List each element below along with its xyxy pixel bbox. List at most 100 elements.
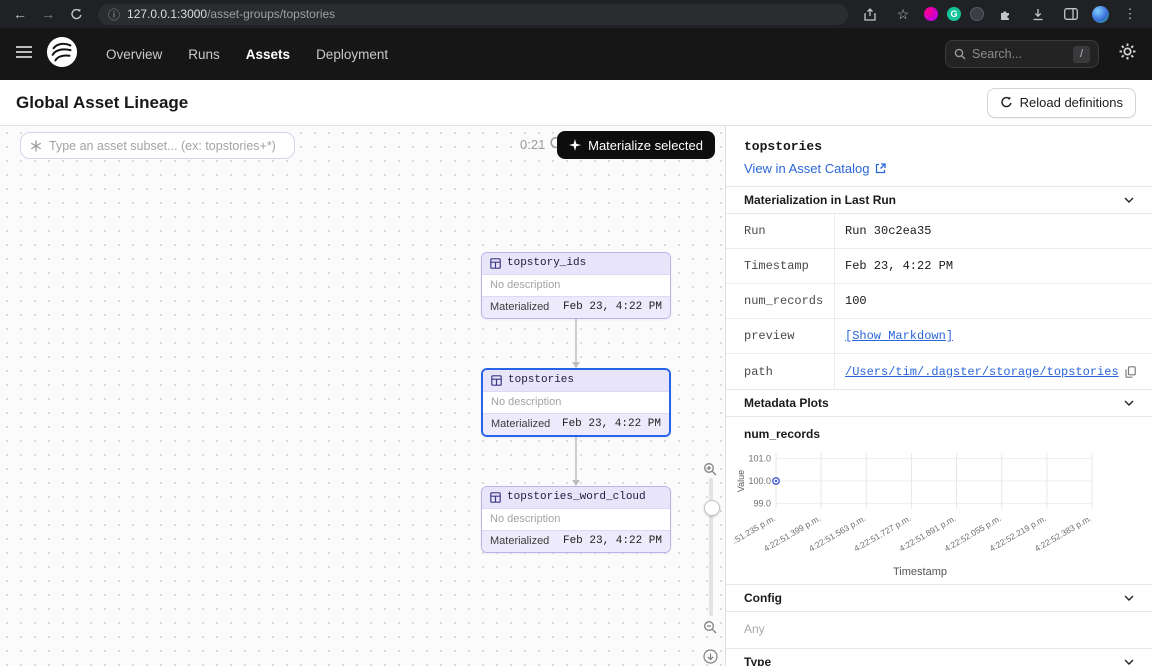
browser-menu-icon[interactable]: ⋮ (1118, 3, 1142, 25)
refresh-countdown: 0:21 (520, 137, 545, 152)
asset-subset-filter[interactable] (20, 132, 295, 159)
table-icon (490, 258, 501, 269)
asset-node-topstories-word-cloud[interactable]: topstories_word_cloud No description Mat… (481, 486, 671, 553)
profile-avatar[interactable] (1092, 6, 1109, 23)
extensions-puzzle-icon[interactable] (993, 3, 1017, 25)
nav-item-overview[interactable]: Overview (106, 47, 162, 62)
show-markdown-link[interactable]: [Show Markdown] (834, 319, 1152, 353)
download-glyph (1032, 8, 1044, 21)
y-axis-label: Value (736, 470, 746, 492)
section-header-type[interactable]: Type (726, 648, 1152, 666)
metadata-row-num-records: num_records 100 (726, 284, 1152, 319)
dagster-logo-glyph (46, 36, 78, 68)
asset-node-header: topstories_word_cloud (482, 487, 670, 509)
panel-head: topstories View in Asset Catalog (726, 126, 1152, 186)
lineage-graph-pane[interactable]: 0:21 Materialize selected topstory_ids N… (0, 126, 726, 666)
external-link-icon (875, 163, 886, 174)
y-tick-label: 101.0 (748, 454, 771, 464)
side-panel-glyph (1064, 8, 1078, 20)
selected-asset-title: topstories (744, 139, 1134, 154)
nav-item-deployment[interactable]: Deployment (316, 47, 388, 62)
section-title: Materialization in Last Run (744, 193, 896, 207)
lineage-edge-1 (575, 319, 577, 363)
recenter-button[interactable] (701, 647, 719, 665)
side-panel-icon[interactable] (1059, 3, 1083, 25)
recenter-icon (703, 649, 718, 664)
url-bar[interactable]: ⓘ 127.0.0.1:3000/asset-groups/topstories (98, 4, 848, 25)
num-records-value: 100 (834, 284, 1152, 318)
dagster-logo[interactable] (46, 36, 78, 73)
extension-icon-1[interactable] (924, 7, 938, 21)
nav-item-runs[interactable]: Runs (188, 47, 220, 62)
refresh-page-button[interactable] (64, 3, 88, 25)
reload-definitions-button[interactable]: Reload definitions (987, 88, 1136, 118)
asset-status: Materialized (490, 301, 549, 314)
asset-description: No description (483, 392, 669, 413)
refresh-icon (70, 8, 83, 21)
zoom-slider-handle[interactable] (704, 500, 720, 516)
zoom-out-button[interactable] (701, 618, 719, 636)
asset-filter-icon (30, 140, 42, 152)
asset-node-topstory-ids[interactable]: topstory_ids No description Materialized… (481, 252, 671, 319)
extension-icon-2[interactable] (970, 7, 984, 21)
metadata-plot: 99.0100.0101.04:22:51.235 p.m.4:22:51.39… (726, 441, 1152, 566)
materialize-selected-button[interactable]: Materialize selected (557, 131, 715, 159)
extension-icon-grammarly[interactable]: G (947, 7, 961, 21)
section-header-materialization[interactable]: Materialization in Last Run (726, 186, 1152, 214)
hamburger-menu-icon[interactable] (16, 45, 32, 63)
asset-status-row: Materialized Feb 23, 4:22 PM (482, 296, 670, 318)
back-button[interactable]: ← (8, 3, 32, 25)
hamburger-glyph (16, 46, 32, 58)
metadata-label: path (726, 365, 834, 379)
gear-glyph (1119, 43, 1136, 60)
section-header-config[interactable]: Config (726, 584, 1152, 612)
app-navbar: Overview Runs Assets Deployment / (0, 28, 1152, 80)
plot-metric-name: num_records (726, 417, 1152, 441)
chevron-down-icon[interactable] (1124, 659, 1134, 665)
chart-x-axis-label: Timestamp (734, 566, 1106, 584)
puzzle-glyph (999, 8, 1012, 21)
asset-name: topstories (508, 374, 574, 387)
chevron-down-icon[interactable] (1124, 595, 1134, 601)
metadata-label: Timestamp (726, 259, 834, 273)
forward-button[interactable]: → (36, 3, 60, 25)
share-icon[interactable] (858, 3, 882, 25)
lineage-edge-2 (575, 437, 577, 481)
asset-status: Materialized (491, 418, 550, 431)
global-search[interactable]: / (945, 40, 1099, 68)
nav-item-assets[interactable]: Assets (246, 47, 290, 62)
asset-node-topstories[interactable]: topstories No description Materialized F… (481, 368, 671, 437)
chevron-down-icon[interactable] (1124, 400, 1134, 406)
metadata-label: preview (726, 329, 834, 343)
metadata-row-timestamp: Timestamp Feb 23, 4:22 PM (726, 249, 1152, 284)
section-title: Config (744, 591, 782, 605)
view-in-asset-catalog-link[interactable]: View in Asset Catalog (744, 161, 1134, 176)
chevron-down-icon[interactable] (1124, 197, 1134, 203)
metadata-row-run: Run Run 30c2ea35 (726, 214, 1152, 249)
zoom-in-button[interactable] (701, 460, 719, 478)
data-point-center (775, 480, 777, 482)
copy-icon[interactable] (1125, 366, 1136, 378)
table-icon (491, 375, 502, 386)
search-input[interactable] (972, 47, 1067, 61)
asset-details-panel: topstories View in Asset Catalog Materia… (726, 126, 1152, 666)
path-link[interactable]: /Users/tim/.dagster/storage/topstories (845, 365, 1119, 379)
settings-gear-icon[interactable] (1119, 43, 1136, 65)
table-icon (490, 492, 501, 503)
downloads-icon[interactable] (1026, 3, 1050, 25)
zoom-slider-track[interactable] (709, 478, 713, 616)
asset-subset-input[interactable] (49, 139, 285, 153)
metadata-row-path: path /Users/tim/.dagster/storage/topstor… (726, 354, 1152, 389)
section-header-metadata-plots[interactable]: Metadata Plots (726, 389, 1152, 417)
page-url: 127.0.0.1:3000/asset-groups/topstories (127, 7, 335, 21)
asset-materialized-date: Feb 23, 4:22 PM (563, 535, 662, 548)
bookmark-star-icon[interactable]: ☆ (891, 3, 915, 25)
run-id-value[interactable]: Run 30c2ea35 (834, 214, 1152, 248)
site-info-icon[interactable]: ⓘ (108, 6, 120, 23)
share-glyph (864, 8, 876, 21)
materialize-selected-label: Materialize selected (588, 138, 703, 153)
metadata-row-preview: preview [Show Markdown] (726, 319, 1152, 354)
page-header: Global Asset Lineage Reload definitions (0, 80, 1152, 126)
url-host: 127.0.0.1:3000 (127, 7, 207, 21)
y-tick-label: 99.0 (753, 498, 771, 508)
